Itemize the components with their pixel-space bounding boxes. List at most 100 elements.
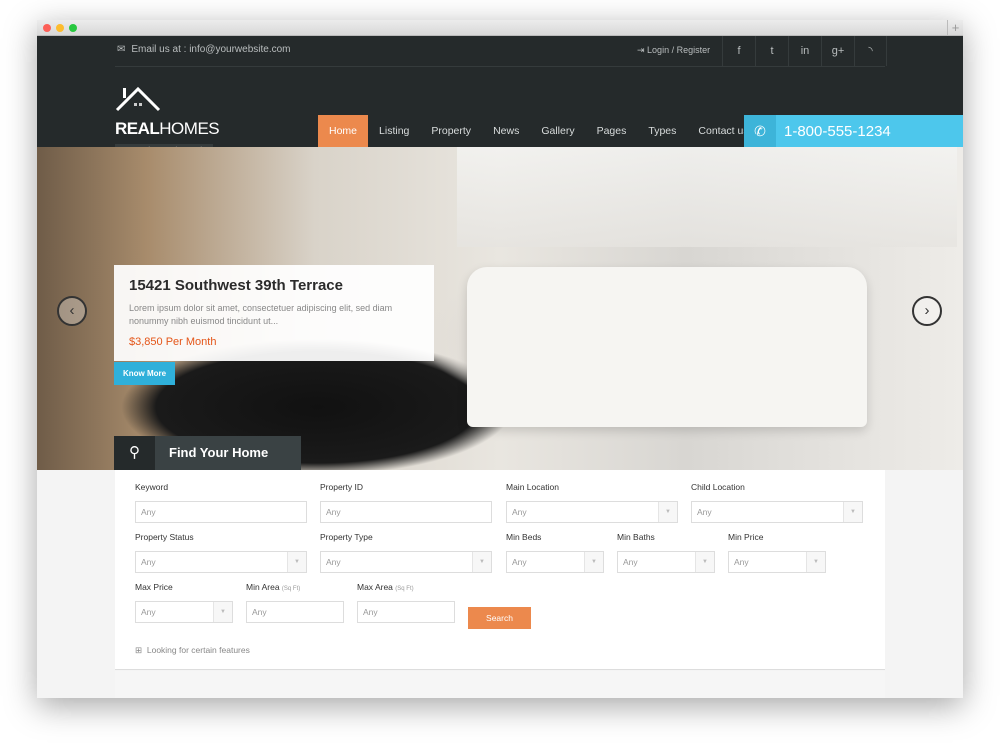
label-text: Property Status [135,532,194,542]
field-value: Any [141,607,156,617]
hero-background [457,147,957,247]
select[interactable]: Any ▼ [728,551,826,573]
label-text: Max Price [135,582,173,592]
label-text: Property Type [320,532,373,542]
input[interactable]: Any [135,501,307,523]
field-min-area: Min Area (Sq Ft) Any [246,582,344,623]
slide-price: $3,850 Per Month [129,336,217,348]
input[interactable]: Any [357,601,455,623]
field-label: Min Area (Sq Ft) [246,582,344,592]
features-toggle[interactable]: ⊞ Looking for certain features [135,645,250,656]
site-header: ✉ Email us at : info@yourwebsite.com ⇥ Lo… [37,36,963,157]
field-label: Max Area (Sq Ft) [357,582,455,592]
input[interactable]: Any [320,501,492,523]
nav-property[interactable]: Property [420,115,482,147]
search-icon: ⚲ [114,436,155,470]
select[interactable]: Any ▼ [135,601,233,623]
field-value: Any [141,557,156,567]
chevron-down-icon[interactable]: ▼ [695,552,714,572]
field-value: Any [326,507,341,517]
footer-strip [115,671,885,698]
chevron-down-icon[interactable]: ▼ [843,502,862,522]
hero-slider: 15421 Southwest 39th Terrace Lorem ipsum… [37,147,963,470]
logo-text: REALHOMES [115,119,220,139]
slide-title[interactable]: 15421 Southwest 39th Terrace [129,277,419,294]
social-links: f t in g+ ◝ [722,36,887,66]
nav-types[interactable]: Types [637,115,687,147]
select[interactable]: Any ▼ [135,551,307,573]
login-register-link[interactable]: ⇥ Login / Register [637,45,710,56]
title-bar: + [37,20,963,36]
minimize-icon[interactable] [56,24,64,32]
field-min-price: Min Price Any ▼ [728,532,826,573]
features-label: Looking for certain features [146,645,250,655]
chevron-left-icon[interactable]: ‹ [57,296,87,326]
phone-banner[interactable]: ✆ 1-800-555-1234 [744,115,963,147]
house-icon [115,86,161,112]
label-text: Min Area [246,582,280,592]
chevron-down-icon[interactable]: ▼ [584,552,603,572]
know-more-button[interactable]: Know More [114,362,176,385]
select[interactable]: Any ▼ [320,551,492,573]
chevron-down-icon[interactable]: ▼ [287,552,306,572]
phone-number: 1-800-555-1234 [784,122,891,140]
nav-pages[interactable]: Pages [586,115,638,147]
chevron-down-icon[interactable]: ▼ [806,552,825,572]
field-label: Min Price [728,532,826,542]
select[interactable]: Any ▼ [506,551,604,573]
plus-square-icon: ⊞ [135,645,143,655]
chevron-down-icon[interactable]: ▼ [658,502,677,522]
nav-listing[interactable]: Listing [368,115,420,147]
field-label: Min Baths [617,532,715,542]
facebook-icon[interactable]: f [722,36,755,66]
label-text: Min Beds [506,532,542,542]
field-value: Any [363,607,378,617]
chevron-right-icon[interactable]: › [912,296,942,326]
find-home-title: Find Your Home [155,436,301,470]
field-keyword: Keyword Any [135,482,307,523]
field-value: Any [697,507,712,517]
twitter-icon[interactable]: t [755,36,788,66]
google-plus-icon[interactable]: g+ [821,36,854,66]
field-label: Main Location [506,482,678,492]
field-value: Any [512,507,527,517]
nav-home[interactable]: Home [318,115,369,147]
nav-news[interactable]: News [482,115,530,147]
email-info: ✉ Email us at : info@yourwebsite.com [117,44,291,55]
field-value: Any [512,557,527,567]
chevron-down-icon[interactable]: ▼ [472,552,491,572]
field-max-area: Max Area (Sq Ft) Any [357,582,455,623]
rss-icon[interactable]: ◝ [854,36,887,66]
field-property-id: Property ID Any [320,482,492,523]
linkedin-icon[interactable]: in [788,36,821,66]
main-nav: Home Listing Property News Gallery Pages… [318,115,760,147]
nav-gallery[interactable]: Gallery [530,115,585,147]
find-home-header: ⚲ Find Your Home [114,436,301,470]
select[interactable]: Any ▼ [617,551,715,573]
label-text: Max Area [357,582,393,592]
field-label: Keyword [135,482,307,492]
field-value: Any [326,557,341,567]
field-main-location: Main Location Any ▼ [506,482,678,523]
phone-icon: ✆ [744,115,776,147]
close-icon[interactable] [43,24,51,32]
input[interactable]: Any [246,601,344,623]
label-text: Min Baths [617,532,655,542]
divider [115,66,885,67]
select[interactable]: Any ▼ [691,501,863,523]
search-button[interactable]: Search [468,607,531,629]
chevron-down-icon[interactable]: ▼ [213,602,232,622]
field-max-price: Max Price Any ▼ [135,582,233,623]
select[interactable]: Any ▼ [506,501,678,523]
unit-text: (Sq Ft) [281,586,301,592]
field-label: Min Beds [506,532,604,542]
label-text: Keyword [135,482,169,492]
field-min-baths: Min Baths Any ▼ [617,532,715,573]
field-child-location: Child Location Any ▼ [691,482,863,523]
hero-image-sofa [467,267,867,427]
search-form: Search ⊞ Looking for certain features Ke… [115,470,885,670]
new-tab-icon[interactable]: + [947,20,963,36]
maximize-icon[interactable] [69,24,77,32]
unit-text: (Sq Ft) [395,586,414,592]
browser-window: + ✉ Email us at : info@yourwebsite.com ⇥ … [37,20,963,698]
